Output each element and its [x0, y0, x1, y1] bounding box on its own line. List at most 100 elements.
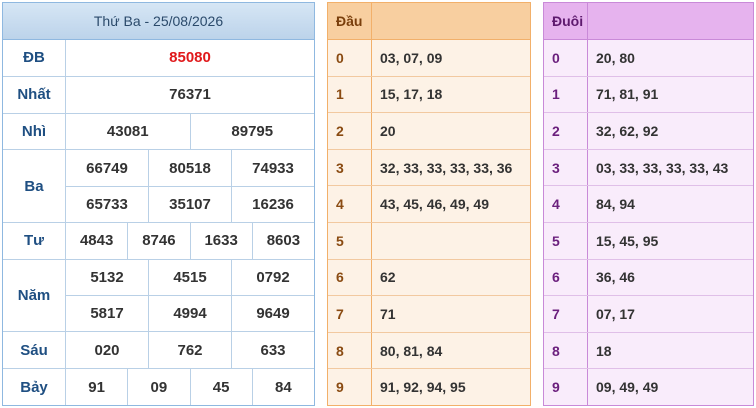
special-prize-number: 85080 — [169, 49, 211, 67]
prize-number: 43081 — [106, 122, 149, 140]
prize-row: Nhất 76371 — [3, 75, 314, 113]
duoi-header: Đuôi — [544, 3, 753, 40]
duoi-row: 4 84, 94 — [544, 185, 753, 222]
duoi-digit: 3 — [544, 149, 588, 186]
prize-line: 91 09 45 84 — [66, 369, 314, 405]
duoi-numbers: 09, 49, 49 — [596, 379, 659, 396]
prize-number: 35107 — [148, 186, 231, 222]
duoi-row: 3 03, 33, 33, 33, 33, 43 — [544, 148, 753, 186]
prize-number: 762 — [148, 332, 231, 369]
prize-line: 4843 8746 1633 8603 — [66, 222, 314, 259]
duoi-digit: 7 — [544, 296, 588, 332]
prize-number: 74933 — [231, 150, 314, 186]
dau-digit: 8 — [328, 332, 372, 369]
dau-numbers: 20 — [380, 122, 396, 139]
prize-numbers: 66749 80518 74933 65733 35107 16236 — [66, 150, 314, 222]
prize-label: Ba — [3, 150, 66, 222]
prize-row: Năm 5132 4515 0792 5817 4994 9649 — [3, 258, 314, 332]
duoi-row: 5 15, 45, 95 — [544, 221, 753, 259]
prize-row: Sáu 020 762 633 — [3, 331, 314, 369]
duoi-rows: 0 20, 80 1 71, 81, 91 2 32, 62, 92 3 03, 33, 33… — [544, 40, 753, 405]
dau-row: 8 80, 81, 84 — [328, 331, 530, 369]
dau-digit: 7 — [328, 296, 372, 332]
duoi-row: 7 07, 17 — [544, 295, 753, 332]
prize-label: Sáu — [3, 332, 66, 369]
prize-row: Bảy 91 09 45 84 — [3, 368, 314, 405]
prize-number: 8746 — [127, 222, 189, 259]
duoi-title: Đuôi — [544, 3, 588, 39]
dau-row: 9 91, 92, 94, 95 — [328, 368, 530, 405]
dau-digit: 6 — [328, 259, 372, 296]
dau-digit: 4 — [328, 186, 372, 222]
dau-numbers: 91, 92, 94, 95 — [380, 379, 466, 396]
dau-digit: 5 — [328, 222, 372, 259]
duoi-digit: 0 — [544, 40, 588, 76]
prize-numbers: 4843 8746 1633 8603 — [66, 222, 314, 259]
prize-number: 66749 — [86, 159, 128, 177]
dau-header: Đầu — [328, 3, 530, 40]
dau-header-blank — [372, 3, 530, 39]
dau-digit: 1 — [328, 76, 372, 113]
dau-row: 2 20 — [328, 112, 530, 149]
dau-numbers: 15, 17, 18 — [380, 86, 443, 103]
prize-numbers: 91 09 45 84 — [66, 369, 314, 405]
duoi-digit: 2 — [544, 113, 588, 149]
prize-number: 80518 — [148, 150, 231, 186]
duoi-row: 2 32, 62, 92 — [544, 112, 753, 149]
prize-line: 66749 80518 74933 — [66, 150, 314, 186]
prize-number: 8603 — [251, 222, 314, 259]
dau-numbers: 03, 07, 09 — [380, 49, 443, 66]
duoi-row: 0 20, 80 — [544, 40, 753, 76]
prize-label: Bảy — [3, 369, 66, 405]
prize-number: 1633 — [189, 222, 252, 259]
prize-label: Tư — [3, 222, 66, 259]
prize-number: 5817 — [90, 305, 124, 323]
prize-numbers: 76371 — [66, 77, 314, 113]
prize-line: 020 762 633 — [66, 332, 314, 369]
prize-number: 0792 — [231, 259, 314, 296]
dau-numbers: 80, 81, 84 — [380, 342, 443, 359]
prize-number: 16236 — [231, 186, 314, 222]
dau-numbers: 43, 45, 46, 49, 49 — [380, 196, 489, 213]
dau-row: 1 15, 17, 18 — [328, 75, 530, 113]
prize-label: Nhì — [3, 113, 66, 150]
prize-number: 633 — [231, 332, 314, 369]
duoi-header-blank — [588, 3, 753, 39]
duoi-numbers: 18 — [596, 342, 612, 359]
prize-number: 91 — [88, 378, 105, 396]
prize-row: ĐB 85080 — [3, 40, 314, 76]
lottery-results-table: Thứ Ba - 25/08/2026 ĐB 85080 Nhất 76371 Nhì 4… — [2, 2, 315, 406]
prize-number: 45 — [189, 369, 252, 405]
duoi-numbers: 71, 81, 91 — [596, 86, 659, 103]
dau-numbers: 62 — [380, 269, 396, 286]
dau-digit: 9 — [328, 369, 372, 405]
duoi-numbers: 07, 17 — [596, 305, 635, 322]
prize-number: 4515 — [148, 259, 231, 296]
prize-number: 09 — [127, 369, 189, 405]
prize-number: 020 — [94, 341, 120, 359]
prize-number: 89795 — [189, 113, 315, 150]
prize-number: 4994 — [148, 296, 231, 332]
prize-label: ĐB — [3, 40, 66, 76]
prize-row: Tư 4843 8746 1633 8603 — [3, 221, 314, 259]
dau-row: 0 03, 07, 09 — [328, 40, 530, 76]
prize-row: Ba 66749 80518 74933 65733 35107 16236 — [3, 149, 314, 222]
prize-number: 4843 — [79, 232, 114, 250]
duoi-numbers: 84, 94 — [596, 196, 635, 213]
results-date-header: Thứ Ba - 25/08/2026 — [3, 3, 314, 40]
prize-line: 5817 4994 9649 — [66, 295, 314, 332]
duoi-row: 1 71, 81, 91 — [544, 75, 753, 113]
dau-row: 7 71 — [328, 295, 530, 332]
prize-line: 76371 — [66, 77, 314, 113]
prize-number: 65733 — [86, 195, 128, 213]
duoi-digit: 8 — [544, 332, 588, 369]
dau-numbers — [372, 223, 530, 259]
prize-row: Nhì 43081 89795 — [3, 112, 315, 150]
duoi-row: 6 36, 46 — [544, 258, 753, 296]
prize-numbers: 43081 89795 — [66, 113, 315, 150]
duoi-row: 9 09, 49, 49 — [544, 368, 753, 405]
results-rows: ĐB 85080 Nhất 76371 Nhì 43081 89795 Ba 66749 8051… — [3, 40, 314, 405]
prize-numbers: 5132 4515 0792 5817 4994 9649 — [66, 259, 314, 332]
prize-label: Nhất — [3, 76, 66, 113]
prize-line: 65733 35107 16236 — [66, 185, 314, 222]
